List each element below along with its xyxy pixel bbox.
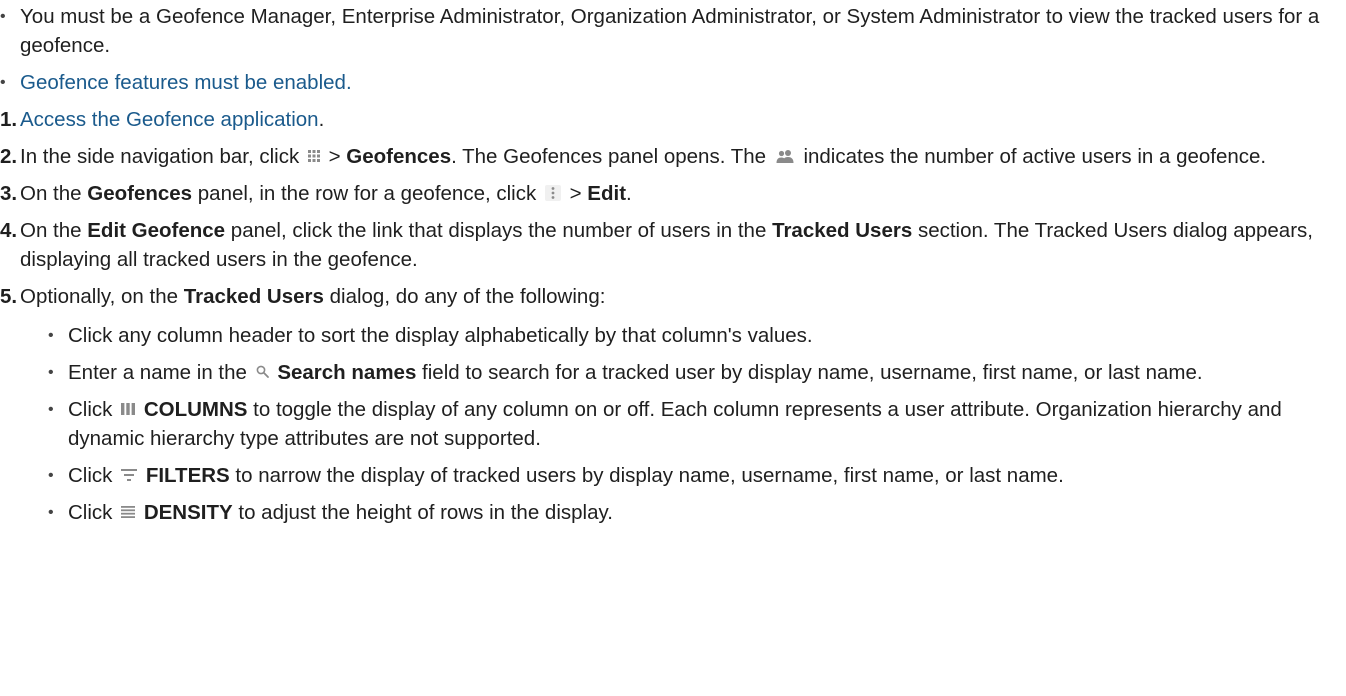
step-text: On the <box>20 219 88 242</box>
option-sort: Click any column header to sort the disp… <box>48 321 1346 350</box>
option-filters: Click FILTERS to narrow the display of t… <box>48 461 1346 490</box>
option-text: Click <box>68 464 113 487</box>
step-number: 4. <box>0 219 18 242</box>
grid-icon <box>307 149 320 162</box>
step-text: panel, in the row for a geofence, click <box>192 182 537 205</box>
options-list: Click any column header to sort the disp… <box>0 321 1346 527</box>
search-names-label: Search names <box>277 361 417 384</box>
step-text: > <box>322 145 347 168</box>
step-text: . The Geofences panel opens. The <box>451 145 767 168</box>
step-number: 3. <box>0 182 18 205</box>
filter-icon <box>121 468 138 481</box>
step-text: dialog, do any of the following: <box>323 285 606 308</box>
option-density: Click DENSITY to adjust the height of ro… <box>48 498 1346 527</box>
option-text: Enter a name in the <box>68 361 247 384</box>
access-geofence-link[interactable]: Access the Geofence application <box>20 108 319 131</box>
edit-geofence-label: Edit Geofence <box>87 219 226 242</box>
step-text: On the <box>20 182 88 205</box>
option-text: to adjust the height of rows in the disp… <box>232 501 613 524</box>
step-text: . <box>626 182 632 205</box>
density-icon <box>121 505 136 518</box>
step-2: 2. In the side navigation bar, click > G… <box>0 142 1346 171</box>
option-text: field to search for a tracked user by di… <box>416 361 1203 384</box>
steps-list: 1. Access the Geofence application. 2. I… <box>0 105 1346 527</box>
step-text: . <box>318 108 325 131</box>
step-text: In the side navigation bar, click <box>20 145 300 168</box>
geofences-label: Geofences <box>87 182 193 205</box>
prerequisites-list: You must be a Geofence Manager, Enterpri… <box>0 2 1346 97</box>
option-text: Click <box>68 398 113 421</box>
procedure-page: You must be a Geofence Manager, Enterpri… <box>0 0 1346 696</box>
step-5: 5. Optionally, on the Tracked Users dial… <box>0 282 1346 527</box>
prereq-features-link[interactable]: Geofence features must be enabled. <box>20 71 352 94</box>
option-columns: Click COLUMNS to toggle the display of a… <box>48 395 1346 453</box>
columns-label: COLUMNS <box>143 398 248 421</box>
option-text: to toggle the display of any column on o… <box>68 398 1282 450</box>
step-number: 2. <box>0 145 18 168</box>
more-vertical-icon <box>544 184 561 201</box>
prereq-role: You must be a Geofence Manager, Enterpri… <box>0 2 1346 60</box>
tracked-users-label: Tracked Users <box>183 285 324 308</box>
edit-label: Edit <box>587 182 627 205</box>
step-4: 4. On the Edit Geofence panel, click the… <box>0 216 1346 274</box>
prereq-role-text: You must be a Geofence Manager, Enterpri… <box>20 5 1320 57</box>
tracked-users-label: Tracked Users <box>772 219 913 242</box>
filters-label: FILTERS <box>145 464 230 487</box>
density-label: DENSITY <box>143 501 233 524</box>
columns-icon <box>121 402 136 415</box>
step-number: 5. <box>0 285 18 308</box>
step-3: 3. On the Geofences panel, in the row fo… <box>0 179 1346 208</box>
geofences-label: Geofences <box>346 145 452 168</box>
step-text: Optionally, on the <box>20 285 184 308</box>
step-1: 1. Access the Geofence application. <box>0 105 1346 134</box>
prereq-features[interactable]: Geofence features must be enabled. <box>0 68 1346 97</box>
option-text: Click any column header to sort the disp… <box>68 324 813 347</box>
step-text: > <box>563 182 588 205</box>
search-icon <box>256 365 269 378</box>
option-text: Click <box>68 501 113 524</box>
option-text: to narrow the display of tracked users b… <box>229 464 1064 487</box>
step-number: 1. <box>0 108 18 131</box>
step-text: panel, click the link that displays the … <box>225 219 773 242</box>
step-text: indicates the number of active users in … <box>803 145 1267 168</box>
option-search: Enter a name in the Search names field t… <box>48 358 1346 387</box>
users-icon <box>775 149 795 163</box>
